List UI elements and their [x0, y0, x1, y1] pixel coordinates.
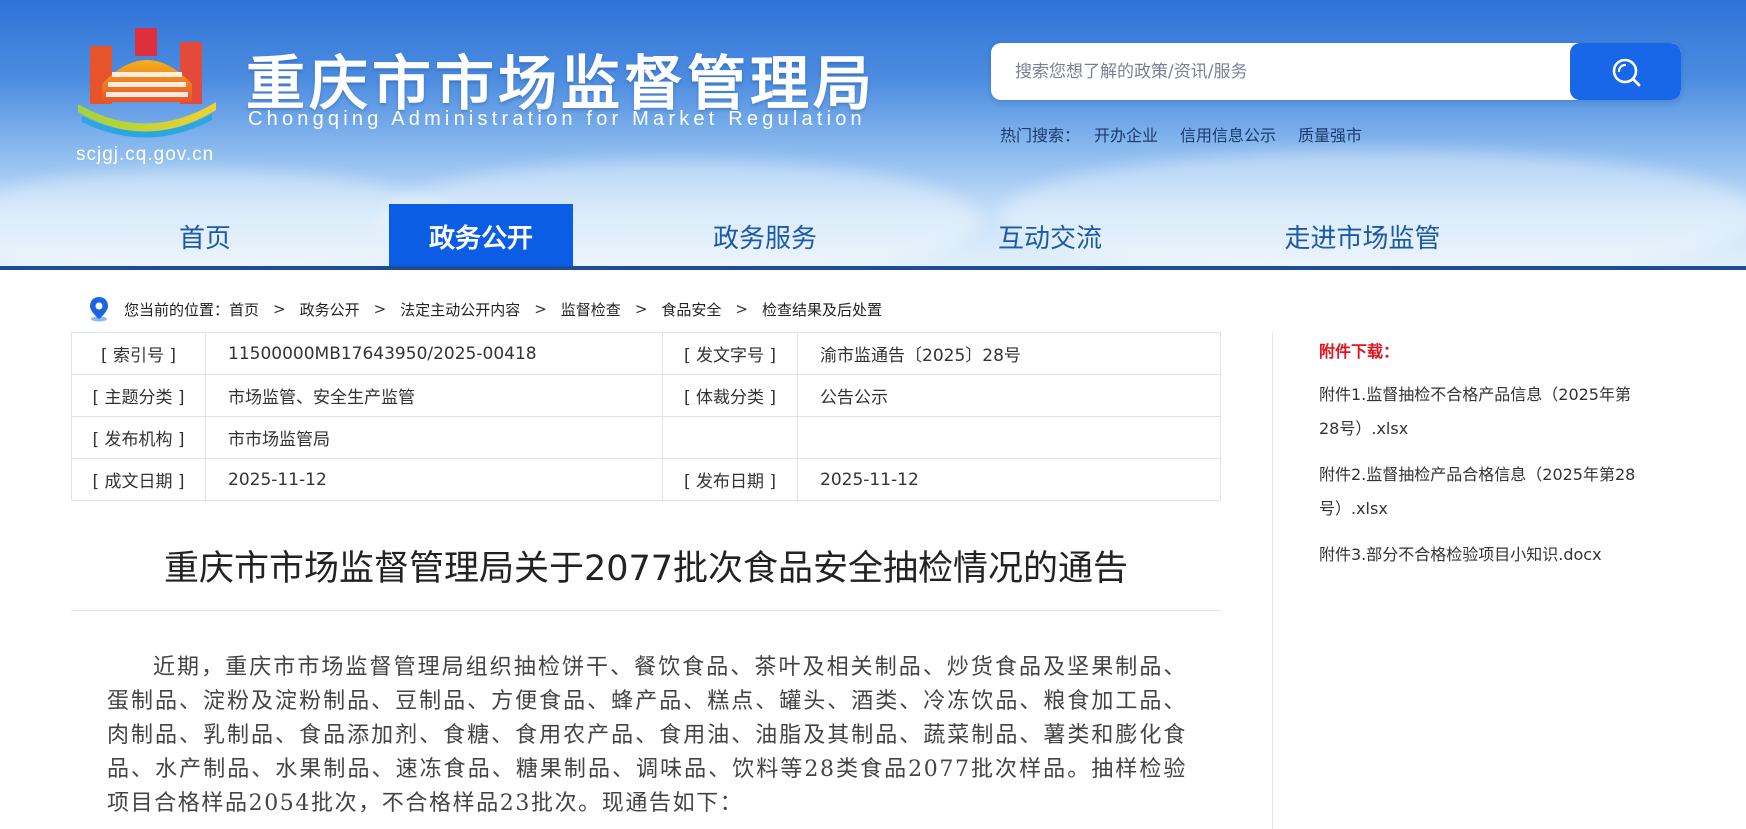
meta-value: 市场监管、安全生产监管	[205, 374, 663, 417]
site-domain: scjgj.cq.gov.cn	[76, 144, 215, 165]
meta-value: 2025-11-12	[797, 458, 1221, 501]
meta-key: [ 发布日期 ]	[662, 458, 798, 501]
nav-services[interactable]: 政务服务	[690, 204, 840, 268]
location-pin-icon	[90, 297, 108, 322]
nav-divider	[0, 266, 1746, 270]
hot-search-label: 热门搜索：	[1000, 126, 1081, 145]
breadcrumb-separator: >	[634, 300, 648, 318]
breadcrumb: 您当前的位置： 首页 > 政务公开 > 法定主动公开内容 > 监督检查 > 食品…	[88, 296, 882, 322]
search-icon	[1612, 58, 1640, 86]
attachment-link-1[interactable]: 附件1.监督抽检不合格产品信息（2025年第28号）.xlsx	[1319, 378, 1649, 446]
attachment-link-2[interactable]: 附件2.监督抽检产品合格信息（2025年第28号）.xlsx	[1319, 458, 1649, 526]
table-row: [ 索引号 ] 11500000MB17643950/2025-00418 [ …	[71, 332, 1221, 375]
hot-link-quality[interactable]: 质量强市	[1298, 122, 1362, 146]
meta-key: [ 体裁分类 ]	[662, 374, 798, 417]
attachments-title: 附件下载：	[1319, 342, 1400, 361]
nav-home[interactable]: 首页	[135, 204, 275, 268]
hot-link-open-business[interactable]: 开办企业	[1094, 122, 1158, 146]
meta-key: [ 主题分类 ]	[71, 374, 206, 417]
breadcrumb-home[interactable]: 首页	[229, 299, 259, 320]
table-row: [ 发布机构 ] 市市场监管局	[71, 416, 1221, 459]
meta-key: [ 成文日期 ]	[71, 458, 206, 501]
article-body: 近期，重庆市市场监督管理局组织抽检饼干、餐饮食品、茶叶及相关制品、炒货食品及坚果…	[107, 655, 1187, 816]
meta-key	[662, 416, 798, 459]
site-subtitle: Chongqing Administration for Market Regu…	[248, 108, 866, 130]
breadcrumb-government-affairs[interactable]: 政务公开	[300, 299, 360, 320]
attachments-list: 附件1.监督抽检不合格产品信息（2025年第28号）.xlsx 附件2.监督抽检…	[1319, 378, 1649, 584]
nav-interaction[interactable]: 互动交流	[975, 204, 1125, 268]
article-title: 重庆市市场监督管理局关于2077批次食品安全抽检情况的通告	[163, 549, 1129, 589]
breadcrumb-prefix: 您当前的位置：	[124, 300, 230, 319]
logo-emblem-icon	[78, 28, 216, 138]
attachment-link-3[interactable]: 附件3.部分不合格检验项目小知识.docx	[1319, 538, 1649, 572]
breadcrumb-statutory-disclosure[interactable]: 法定主动公开内容	[400, 299, 520, 320]
nav-about[interactable]: 走进市场监管	[1275, 204, 1450, 268]
meta-value: 渝市监通告〔2025〕28号	[797, 332, 1221, 375]
nav-government-affairs[interactable]: 政务公开	[389, 204, 573, 268]
table-row: [ 主题分类 ] 市场监管、安全生产监管 [ 体裁分类 ] 公告公示	[71, 374, 1221, 417]
hot-search: 热门搜索： 开办企业 信用信息公示 质量强市	[1000, 122, 1362, 146]
title-divider	[71, 610, 1221, 611]
column-divider	[1272, 332, 1273, 829]
search-box	[991, 43, 1681, 100]
breadcrumb-separator: >	[373, 300, 387, 318]
breadcrumb-food-safety[interactable]: 食品安全	[661, 299, 721, 320]
search-button[interactable]	[1570, 43, 1681, 100]
search-input[interactable]	[991, 43, 1571, 100]
breadcrumb-separator: >	[534, 300, 547, 318]
meta-value: 市市场监管局	[205, 416, 663, 459]
meta-value: 2025-11-12	[205, 458, 663, 501]
meta-key: [ 发文字号 ]	[662, 332, 798, 375]
table-row: [ 成文日期 ] 2025-11-12 [ 发布日期 ] 2025-11-12	[71, 458, 1221, 501]
meta-value	[797, 416, 1221, 459]
breadcrumb-separator: >	[273, 300, 286, 318]
site-header: scjgj.cq.gov.cn 重庆市市场监督管理局 Chongqing Adm…	[0, 0, 1746, 268]
hot-link-credit-info[interactable]: 信用信息公示	[1180, 122, 1276, 146]
document-meta-table: [ 索引号 ] 11500000MB17643950/2025-00418 [ …	[71, 332, 1221, 501]
breadcrumb-inspection-results[interactable]: 检查结果及后处置	[762, 299, 882, 320]
meta-value: 公告公示	[797, 374, 1221, 417]
breadcrumb-separator: >	[735, 300, 748, 318]
meta-key: [ 索引号 ]	[71, 332, 206, 375]
breadcrumb-supervision[interactable]: 监督检查	[561, 299, 621, 320]
main-nav: 首页 政务公开 政务服务 互动交流 走进市场监管	[0, 204, 1746, 268]
meta-key: [ 发布机构 ]	[71, 416, 206, 459]
meta-value: 11500000MB17643950/2025-00418	[205, 332, 663, 375]
